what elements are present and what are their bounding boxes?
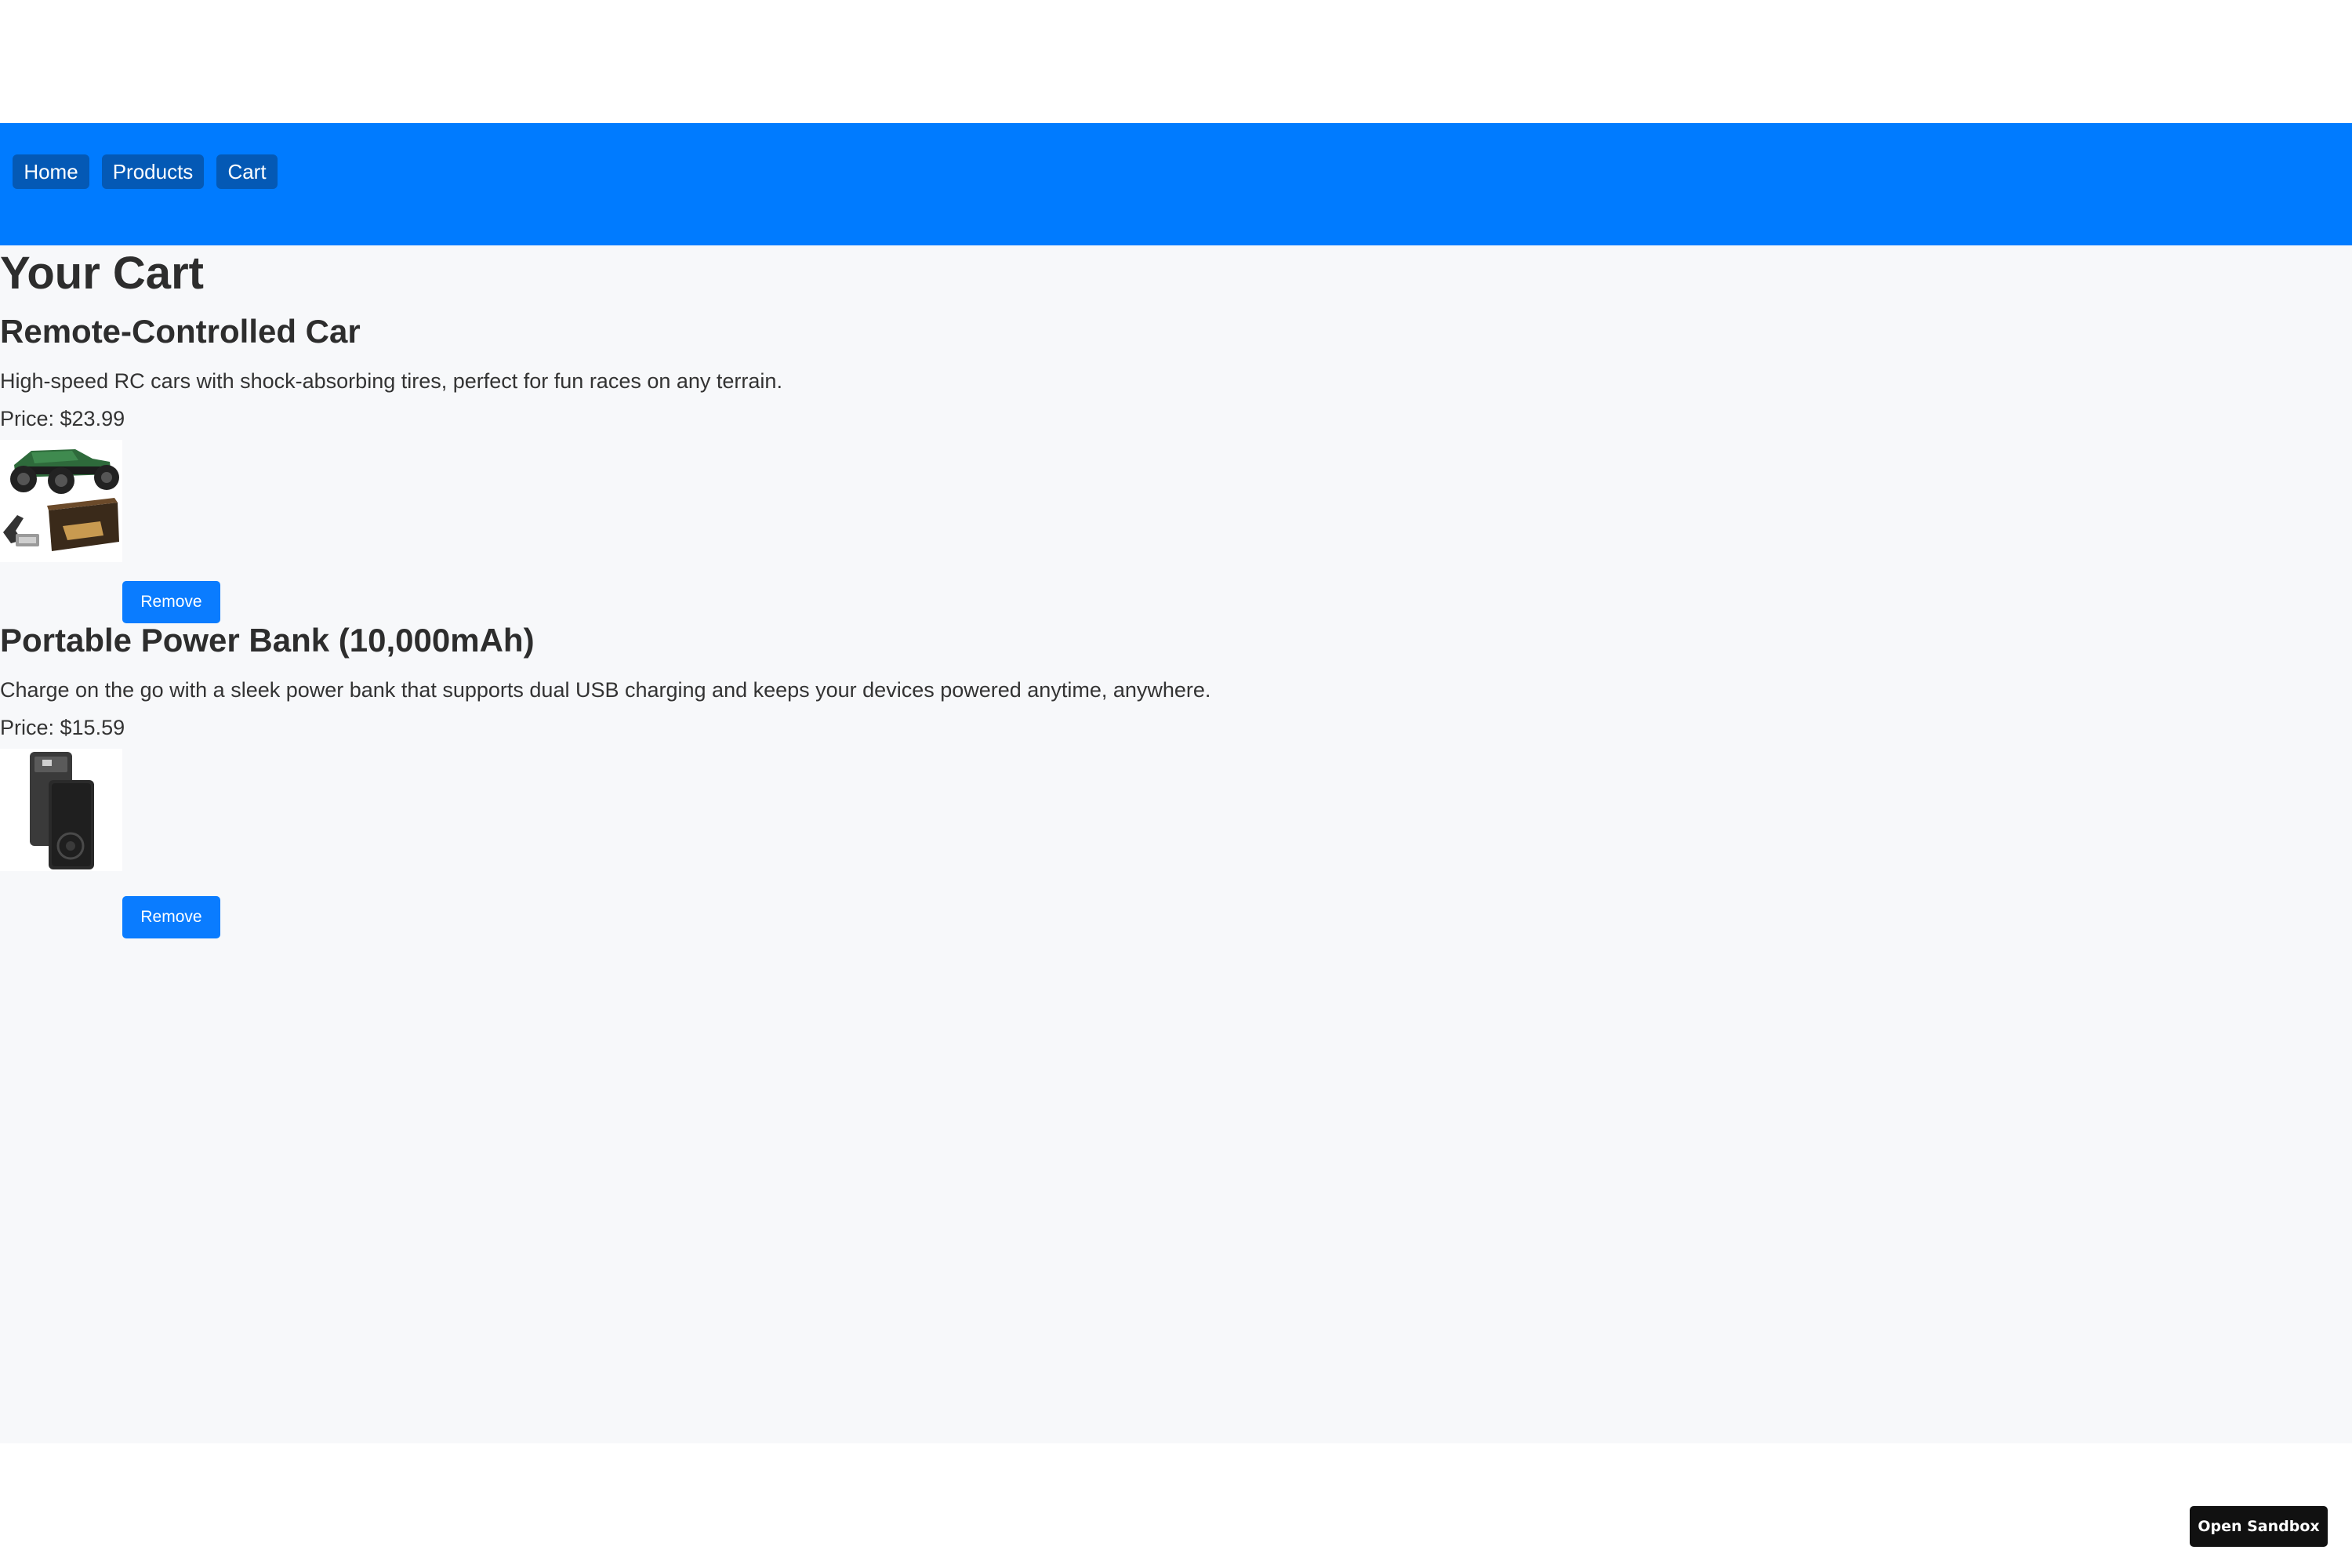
navbar: Home Products Cart xyxy=(0,123,2352,245)
page-title: Your Cart xyxy=(0,248,204,299)
nav-cart-button[interactable]: Cart xyxy=(216,154,278,189)
product-image xyxy=(0,749,122,871)
power-bank-icon xyxy=(0,749,122,871)
product-name: Portable Power Bank (10,000mAh) xyxy=(0,622,535,659)
remove-button[interactable]: Remove xyxy=(122,581,220,623)
cart-item: Remote-Controlled Car High-speed RC cars… xyxy=(0,311,2352,623)
open-sandbox-button[interactable]: Open Sandbox xyxy=(2190,1506,2328,1547)
app-container: Home Products Cart Your Cart Remote-Cont… xyxy=(0,123,2352,1547)
product-description: Charge on the go with a sleek power bank… xyxy=(0,678,1211,702)
nav-home-button[interactable]: Home xyxy=(13,154,89,189)
nav-products-button[interactable]: Products xyxy=(102,154,204,189)
rc-car-icon xyxy=(0,440,122,562)
product-name: Remote-Controlled Car xyxy=(0,313,361,350)
remove-button[interactable]: Remove xyxy=(122,896,220,938)
product-price: Price: $15.59 xyxy=(0,716,125,739)
product-image xyxy=(0,440,122,562)
cart-item: Portable Power Bank (10,000mAh) Charge o… xyxy=(0,620,2352,938)
product-description: High-speed RC cars with shock-absorbing … xyxy=(0,369,782,393)
product-price: Price: $23.99 xyxy=(0,407,125,430)
